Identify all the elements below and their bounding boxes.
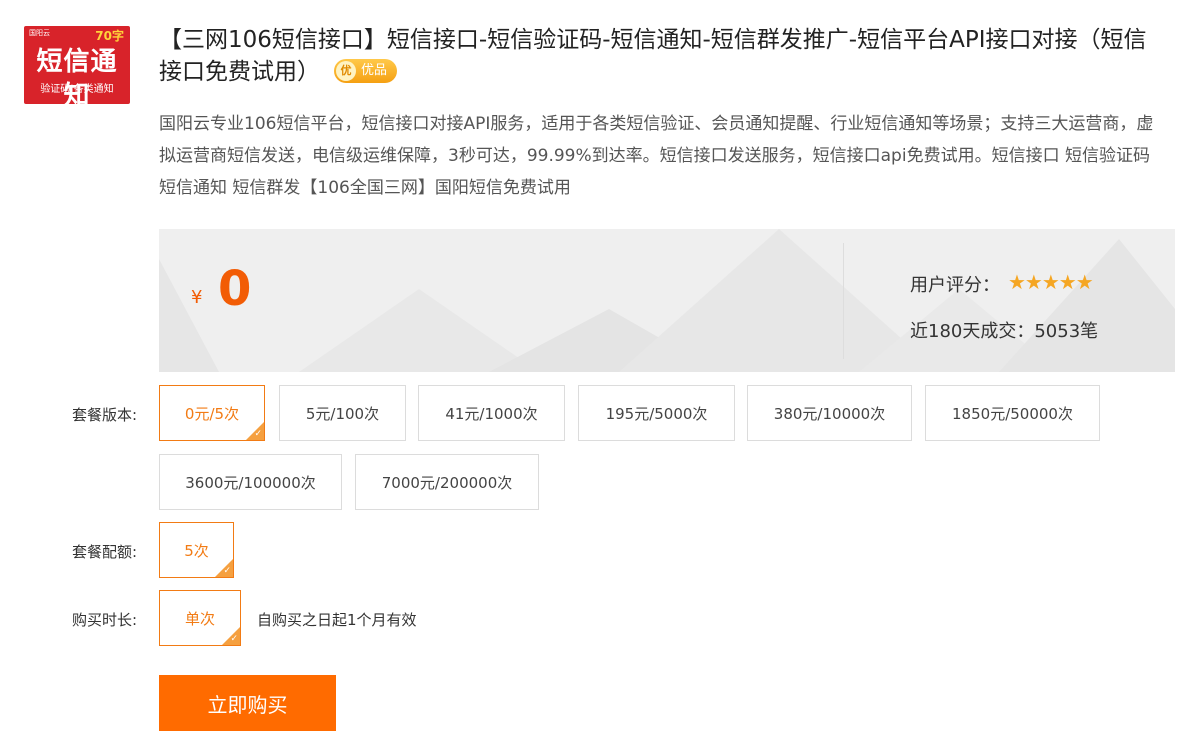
duration-note: 自购买之日起1个月有效 xyxy=(257,611,417,629)
product-title-block: 【三网106短信接口】短信接口-短信验证码-短信通知-短信群发推广-短信平台AP… xyxy=(159,24,1169,88)
checkmark-icon: ✓ xyxy=(223,566,231,576)
price-panel: ¥ 0 用户评分： ★★★★★ 近180天成交：5053笔 xyxy=(159,229,1175,372)
sales-count: 近180天成交：5053笔 xyxy=(910,321,1099,342)
version-option-label: 195元/5000次 xyxy=(605,404,708,423)
thumbnail-logo: 国阳云 xyxy=(29,29,50,37)
price-panel-background xyxy=(159,229,1175,372)
duration-option-label: 单次 xyxy=(184,609,215,628)
buy-now-button[interactable]: 立即购买 xyxy=(159,675,336,731)
checkmark-icon: ✓ xyxy=(254,429,262,439)
version-option-6[interactable]: 3600元/100000次 xyxy=(159,454,342,510)
version-label: 套餐版本: xyxy=(72,406,138,424)
checkmark-icon: ✓ xyxy=(230,634,238,644)
version-option-3[interactable]: 195元/5000次 xyxy=(578,385,735,441)
version-option-4[interactable]: 380元/10000次 xyxy=(747,385,912,441)
product-title: 【三网106短信接口】短信接口-短信验证码-短信通知-短信群发推广-短信平台AP… xyxy=(159,27,1147,85)
quota-option-0[interactable]: 5次 ✓ xyxy=(159,522,234,578)
version-option-label: 41元/1000次 xyxy=(445,404,538,423)
version-option-label: 3600元/100000次 xyxy=(185,473,316,492)
quota-option-label: 5次 xyxy=(184,541,209,560)
version-option-label: 380元/10000次 xyxy=(773,404,886,423)
duration-label: 购买时长: xyxy=(72,611,138,629)
product-description: 国阳云专业106短信平台，短信接口对接API服务，适用于各类短信验证、会员通知提… xyxy=(159,114,1154,198)
version-option-5[interactable]: 1850元/50000次 xyxy=(925,385,1100,441)
thumbnail-subtitle: 验证码|各类通知 xyxy=(40,84,114,95)
version-option-1[interactable]: 5元/100次 xyxy=(279,385,406,441)
rating-stars-icon: ★★★★★ xyxy=(1008,270,1094,294)
version-option-label: 5元/100次 xyxy=(305,404,380,423)
thumbnail-chars-badge: 70字 xyxy=(95,29,124,43)
version-option-2[interactable]: 41元/1000次 xyxy=(418,385,565,441)
version-option-label: 7000元/200000次 xyxy=(381,473,513,492)
premium-icon: 优 xyxy=(336,60,356,81)
premium-badge-label: 优品 xyxy=(361,62,388,78)
premium-badge: 优优品 xyxy=(334,58,398,83)
version-option-label: 1850元/50000次 xyxy=(952,404,1073,423)
rating-label: 用户评分： xyxy=(910,275,1000,296)
price-divider xyxy=(843,243,844,359)
product-thumbnail[interactable]: 国阳云 70字 短信通知 验证码|各类通知 xyxy=(24,26,130,104)
version-option-7[interactable]: 7000元/200000次 xyxy=(355,454,539,510)
price-value: 0 xyxy=(218,261,252,317)
quota-label: 套餐配额: xyxy=(72,543,138,561)
currency-symbol: ¥ xyxy=(191,287,203,308)
version-option-0[interactable]: 0元/5次 ✓ xyxy=(159,385,265,441)
duration-option-0[interactable]: 单次 ✓ xyxy=(159,590,241,646)
version-option-label: 0元/5次 xyxy=(184,404,240,423)
